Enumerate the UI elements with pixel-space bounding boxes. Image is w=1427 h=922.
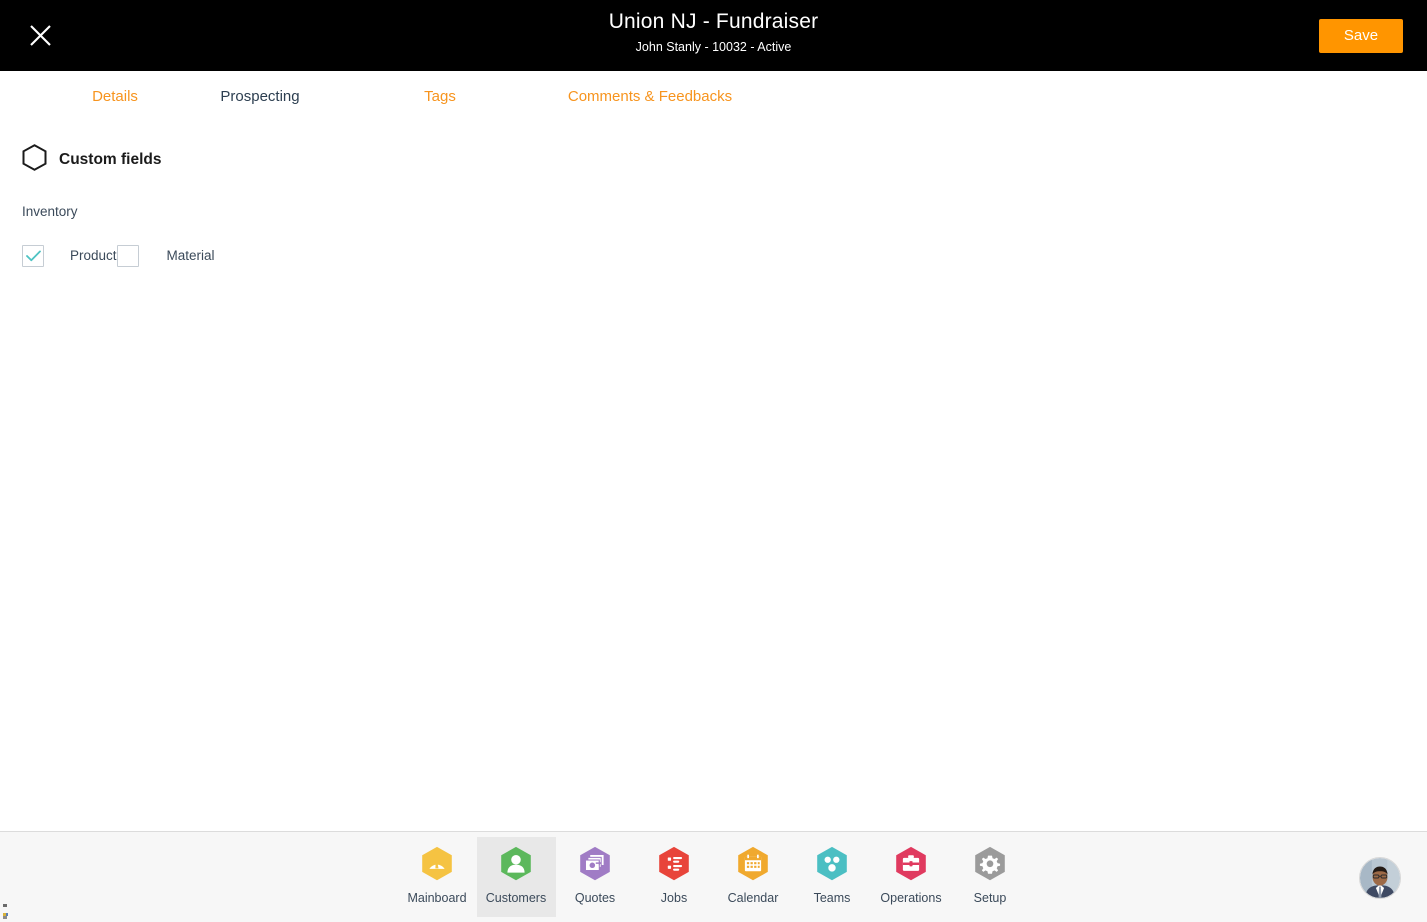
- check-icon: [25, 250, 41, 262]
- calendar-icon: [738, 846, 768, 881]
- nav-label-jobs: Jobs: [660, 891, 688, 905]
- nav-label-customers: Customers: [485, 891, 547, 905]
- nav-label-calendar: Calendar: [727, 891, 779, 905]
- nav-item-quotes[interactable]: Quotes: [556, 837, 635, 917]
- team-dots-icon: [817, 846, 847, 881]
- header-title-block: Union NJ - Fundraiser John Stanly - 1003…: [0, 8, 1427, 56]
- dashboard-gauge-icon: [422, 846, 452, 881]
- documents-icon: [580, 846, 610, 881]
- page-subtitle: John Stanly - 10032 - Active: [635, 40, 792, 54]
- field-group-label: Inventory: [22, 204, 78, 219]
- corner-artifact-icon: [3, 904, 8, 919]
- save-button[interactable]: Save: [1319, 19, 1403, 53]
- nav-item-calendar[interactable]: Calendar: [714, 837, 793, 917]
- tab-tags[interactable]: Tags: [350, 87, 530, 107]
- nav-label-teams: Teams: [813, 891, 851, 905]
- nav-label-mainboard: Mainboard: [407, 891, 467, 905]
- nav-item-operations[interactable]: Operations: [872, 837, 951, 917]
- main-content-area: Custom fields Inventory Product Material: [0, 124, 1427, 831]
- tab-bar: Details Prospecting Tags Comments & Feed…: [0, 71, 1427, 124]
- bottom-navigation-bar: Mainboard Customers Quotes Jobs Calendar…: [0, 831, 1427, 922]
- tab-details[interactable]: Details: [60, 87, 170, 107]
- tab-comments-feedbacks[interactable]: Comments & Feedbacks: [530, 87, 770, 107]
- checkbox-product[interactable]: [22, 245, 44, 267]
- checkbox-material[interactable]: [116, 245, 139, 267]
- person-icon: [501, 846, 531, 881]
- user-avatar[interactable]: [1359, 857, 1401, 899]
- inventory-checkbox-row: Product Material: [22, 245, 1405, 267]
- hexagon-icon: [22, 144, 47, 176]
- nav-label-quotes: Quotes: [574, 891, 616, 905]
- checklist-icon: [659, 846, 689, 881]
- nav-label-setup: Setup: [973, 891, 1007, 905]
- custom-fields-section-header: Custom fields: [22, 124, 1405, 176]
- checkbox-label-material: Material: [166, 248, 215, 263]
- application-window: Union NJ - Fundraiser John Stanly - 1003…: [0, 0, 1427, 922]
- section-title: Custom fields: [59, 151, 162, 168]
- nav-item-teams[interactable]: Teams: [793, 837, 872, 917]
- page-title: Union NJ - Fundraiser: [608, 10, 819, 33]
- tab-prospecting[interactable]: Prospecting: [170, 87, 350, 107]
- gear-icon: [975, 846, 1005, 881]
- nav-label-operations: Operations: [880, 891, 942, 905]
- nav-item-mainboard[interactable]: Mainboard: [398, 837, 477, 917]
- nav-item-setup[interactable]: Setup: [951, 837, 1030, 917]
- close-icon[interactable]: [24, 19, 57, 52]
- nav-item-jobs[interactable]: Jobs: [635, 837, 714, 917]
- briefcase-icon: [896, 846, 926, 881]
- checkbox-label-product: Product: [70, 248, 117, 263]
- top-header-bar: Union NJ - Fundraiser John Stanly - 1003…: [0, 0, 1427, 71]
- nav-item-customers[interactable]: Customers: [476, 837, 556, 917]
